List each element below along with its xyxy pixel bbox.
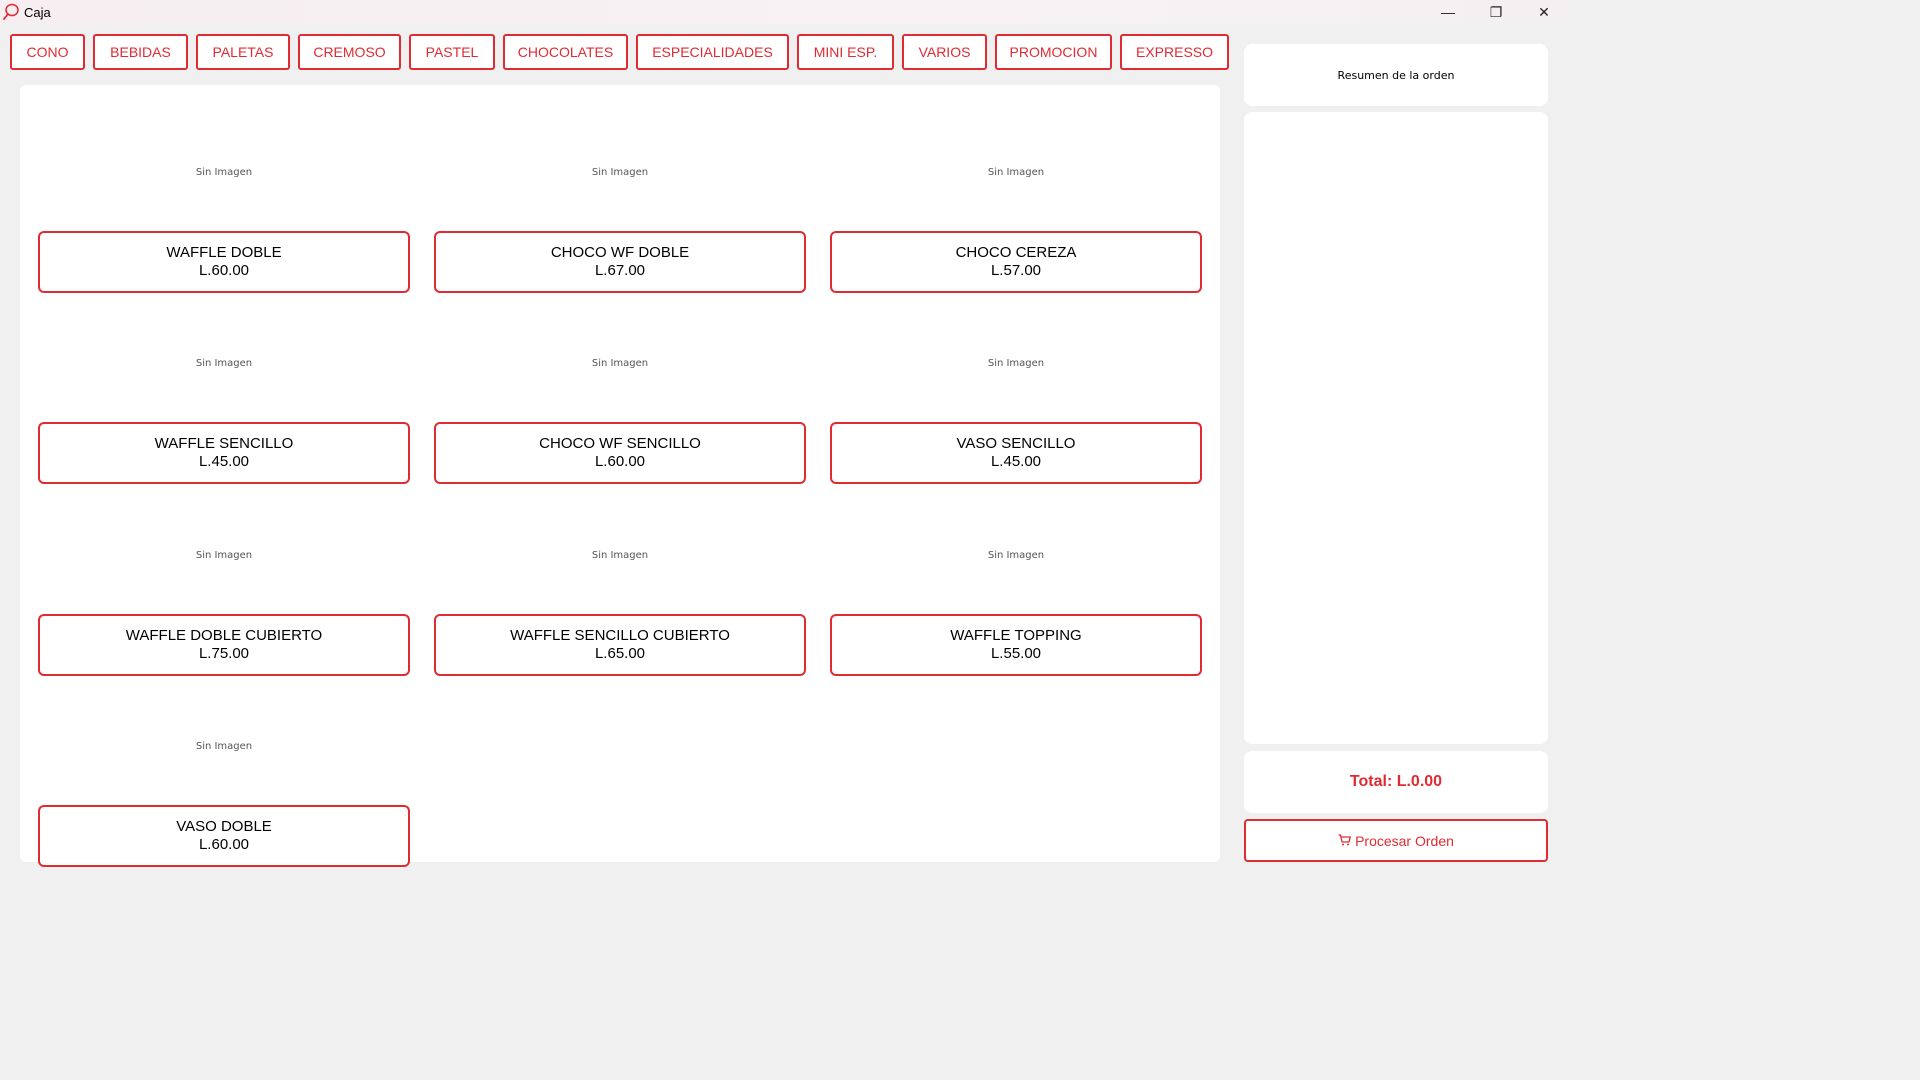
order-summary-header: Resumen de la orden	[1244, 44, 1548, 106]
order-total-label: Total: L.0.00	[1349, 773, 1443, 790]
product-price: L.55.00	[990, 645, 1042, 662]
order-total: Total: L.0.00	[1244, 751, 1548, 813]
category-button-mini-esp[interactable]: MINI ESP.	[797, 34, 894, 70]
product-image-placeholder: Sin Imagen	[987, 167, 1045, 178]
product-button-waffle-doble[interactable]: WAFFLE DOBLE L.60.00	[38, 231, 410, 293]
product-name: CHOCO CEREZA	[955, 244, 1077, 261]
order-summary-title: Resumen de la orden	[1337, 68, 1455, 82]
category-button-especialidades[interactable]: ESPECIALIDADES	[636, 34, 789, 70]
product-price: L.60.00	[594, 453, 646, 470]
product-image-placeholder: Sin Imagen	[591, 167, 649, 178]
cart-icon	[1338, 833, 1352, 849]
product-image-placeholder: Sin Imagen	[195, 741, 253, 752]
product-name: VASO SENCILLO	[956, 435, 1076, 452]
product-price: L.75.00	[198, 645, 250, 662]
product-name: CHOCO WF DOBLE	[550, 244, 690, 261]
order-items-list[interactable]	[1244, 112, 1548, 744]
ice-cream-icon	[0, 0, 22, 24]
product-card: Sin Imagen VASO SENCILLO L.45.00	[830, 300, 1202, 484]
product-name: CHOCO WF SENCILLO	[539, 435, 701, 452]
category-button-chocolates[interactable]: CHOCOLATES	[503, 34, 628, 70]
product-grid: Sin Imagen WAFFLE DOBLE L.60.00 Sin Imag…	[20, 85, 1220, 867]
product-name: WAFFLE DOBLE CUBIERTO	[125, 627, 323, 644]
product-price: L.60.00	[198, 262, 250, 279]
product-card: Sin Imagen VASO DOBLE L.60.00	[38, 683, 410, 867]
product-card: Sin Imagen CHOCO WF DOBLE L.67.00	[434, 109, 806, 293]
product-name: VASO DOBLE	[176, 818, 272, 835]
category-button-pastel[interactable]: PASTEL	[409, 34, 495, 70]
product-price: L.60.00	[198, 836, 250, 853]
title-bar: Caja — ❐ ✕	[0, 0, 1568, 24]
window-title: Caja	[24, 4, 51, 20]
product-button-waffle-sencillo[interactable]: WAFFLE SENCILLO L.45.00	[38, 422, 410, 484]
product-card: Sin Imagen WAFFLE DOBLE CUBIERTO L.75.00	[38, 492, 410, 676]
product-card: Sin Imagen WAFFLE TOPPING L.55.00	[830, 492, 1202, 676]
product-button-choco-wf-doble[interactable]: CHOCO WF DOBLE L.67.00	[434, 231, 806, 293]
process-order-button[interactable]: Procesar Orden	[1244, 819, 1548, 862]
category-button-promocion[interactable]: PROMOCION	[995, 34, 1112, 70]
product-price: L.67.00	[594, 262, 646, 279]
product-price: L.45.00	[990, 453, 1042, 470]
product-card: Sin Imagen CHOCO CEREZA L.57.00	[830, 109, 1202, 293]
product-button-waffle-doble-cubierto[interactable]: WAFFLE DOBLE CUBIERTO L.75.00	[38, 614, 410, 676]
minimize-button[interactable]: —	[1424, 0, 1472, 24]
product-card: Sin Imagen WAFFLE DOBLE L.60.00	[38, 109, 410, 293]
product-button-waffle-topping[interactable]: WAFFLE TOPPING L.55.00	[830, 614, 1202, 676]
window-controls: — ❐ ✕	[1424, 0, 1568, 24]
close-button[interactable]: ✕	[1520, 0, 1568, 24]
product-button-choco-cereza[interactable]: CHOCO CEREZA L.57.00	[830, 231, 1202, 293]
category-button-bebidas[interactable]: BEBIDAS	[93, 34, 188, 70]
product-name: WAFFLE DOBLE	[166, 244, 282, 261]
product-name: WAFFLE TOPPING	[950, 627, 1082, 644]
product-price: L.57.00	[990, 262, 1042, 279]
restore-button[interactable]: ❐	[1472, 0, 1520, 24]
product-price: L.45.00	[198, 453, 250, 470]
product-image-placeholder: Sin Imagen	[195, 550, 253, 561]
product-card: Sin Imagen CHOCO WF SENCILLO L.60.00	[434, 300, 806, 484]
product-button-waffle-sencillo-cubierto[interactable]: WAFFLE SENCILLO CUBIERTO L.65.00	[434, 614, 806, 676]
product-card: Sin Imagen WAFFLE SENCILLO L.45.00	[38, 300, 410, 484]
product-image-placeholder: Sin Imagen	[591, 358, 649, 369]
product-image-placeholder: Sin Imagen	[591, 550, 649, 561]
product-image-placeholder: Sin Imagen	[987, 550, 1045, 561]
product-name: WAFFLE SENCILLO	[154, 435, 294, 452]
product-name: WAFFLE SENCILLO CUBIERTO	[510, 627, 730, 644]
category-button-expresso[interactable]: EXPRESSO	[1120, 34, 1229, 70]
product-button-vaso-doble[interactable]: VASO DOBLE L.60.00	[38, 805, 410, 867]
process-order-label: Procesar Orden	[1355, 832, 1454, 849]
category-button-cremoso[interactable]: CREMOSO	[298, 34, 401, 70]
product-button-choco-wf-sencillo[interactable]: CHOCO WF SENCILLO L.60.00	[434, 422, 806, 484]
product-price: L.65.00	[594, 645, 646, 662]
category-button-cono[interactable]: CONO	[10, 34, 85, 70]
product-card: Sin Imagen WAFFLE SENCILLO CUBIERTO L.65…	[434, 492, 806, 676]
product-button-vaso-sencillo[interactable]: VASO SENCILLO L.45.00	[830, 422, 1202, 484]
category-button-paletas[interactable]: PALETAS	[196, 34, 290, 70]
product-image-placeholder: Sin Imagen	[987, 358, 1045, 369]
product-image-placeholder: Sin Imagen	[195, 167, 253, 178]
category-button-varios[interactable]: VARIOS	[902, 34, 987, 70]
product-image-placeholder: Sin Imagen	[195, 358, 253, 369]
